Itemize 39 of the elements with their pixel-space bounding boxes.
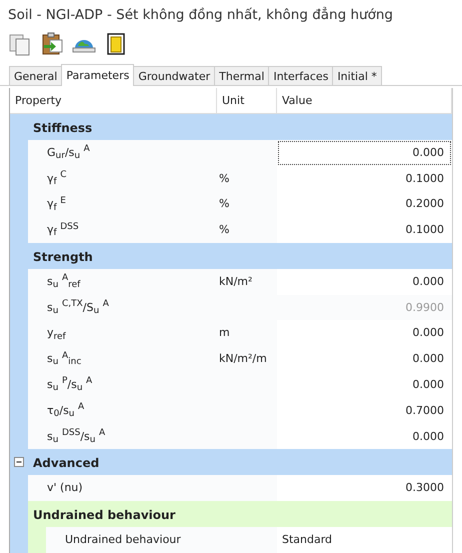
unit-label: m [219, 326, 230, 340]
value-field[interactable]: 0.1000 [277, 217, 452, 243]
unit-label: kN/m²/m [219, 352, 267, 366]
value-field[interactable]: 0.000 [277, 346, 452, 372]
property-row[interactable]: Undrained behaviour Standard [46, 526, 452, 553]
window-title: Soil - NGI-ADP - Sét không đồng nhất, không đẳng hướng [7, 6, 394, 25]
value-field[interactable]: 0.2000 [277, 191, 452, 218]
copy-icon[interactable] [8, 32, 32, 56]
value-field[interactable]: 0.3000 [277, 475, 452, 501]
value-field[interactable]: 0.000 [277, 320, 452, 346]
tab[interactable]: Initial * [332, 66, 382, 85]
tab[interactable]: Thermal [214, 66, 270, 85]
tab[interactable]: General [9, 66, 62, 85]
unit-label: kN/m² [219, 274, 252, 288]
value-field[interactable]: 0.1000 [277, 166, 452, 192]
value-field[interactable]: 0.000 [277, 424, 452, 450]
tab[interactable]: Groundwater [133, 66, 216, 85]
subgroup-header[interactable]: Undrained behaviour [28, 500, 452, 527]
column-header[interactable]: Unit [217, 88, 277, 113]
value-field[interactable]: 0.000 [277, 372, 452, 398]
value-field[interactable]: Standard [277, 526, 452, 553]
value-field[interactable]: 0.000 [277, 268, 452, 295]
unit-label: % [219, 172, 230, 185]
paste-icon[interactable] [40, 32, 64, 56]
property-label: v' (nu) [46, 480, 84, 496]
property-row[interactable]: y$_{ref}$ m 0.000 [28, 320, 452, 346]
unit-label: % [219, 197, 230, 210]
tab[interactable]: Parameters [61, 64, 134, 86]
column-header[interactable]: Value [277, 88, 452, 113]
value-field[interactable]: 0.000 [277, 140, 452, 166]
unit-label: % [219, 223, 230, 236]
property-label: Undrained behaviour [64, 532, 182, 548]
collapse-toggle-icon[interactable] [14, 457, 24, 468]
value-field[interactable]: 0.7000 [277, 398, 452, 424]
tab[interactable]: Interfaces [268, 66, 334, 85]
property-row[interactable]: v' (nu) 0.3000 [28, 475, 452, 501]
column-header[interactable]: Property [10, 88, 217, 113]
value-field: 0.9900 [277, 294, 452, 320]
property-label: y$_{ref}$ [46, 325, 67, 344]
